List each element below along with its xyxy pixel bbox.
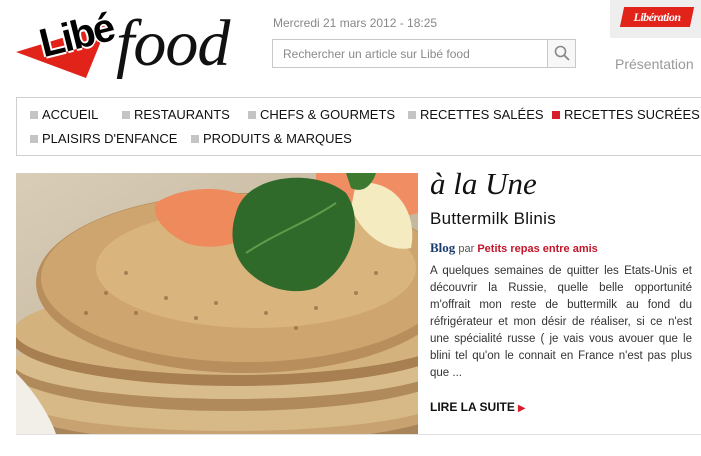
by-text: par	[458, 243, 475, 255]
nav-item-label: Chefs & Gourmets	[260, 107, 396, 122]
nav-bullet-icon	[30, 111, 38, 119]
article-meta: Blog par Petits repas entre amis	[430, 240, 598, 256]
blog-label: Blog	[430, 240, 456, 255]
logo-food-text: food	[116, 7, 230, 80]
nav-item-plaisirs-enfance[interactable]: Plaisirs d'enfance	[30, 131, 177, 146]
featured-image[interactable]	[16, 173, 418, 434]
current-date: Mercredi 21 mars 2012 - 18:25	[273, 16, 438, 30]
search-icon	[554, 45, 570, 61]
featured-section-title: à la Une	[430, 166, 537, 201]
nav-item-label: Accueil	[42, 107, 99, 122]
nav-item-label: Restaurants	[134, 107, 230, 122]
search-input[interactable]	[273, 40, 548, 67]
nav-item-label: Plaisirs d'enfance	[42, 131, 178, 146]
article-title[interactable]: Buttermilk Blinis	[430, 209, 556, 229]
nav-bullet-icon	[122, 111, 130, 119]
nav-item-recettes-salees[interactable]: Recettes salées	[408, 107, 544, 122]
blinis-photo	[16, 173, 418, 434]
nav-bullet-icon	[30, 135, 38, 143]
nav-item-label: Recettes sucrées	[564, 107, 700, 122]
nav-item-restaurants[interactable]: Restaurants	[122, 107, 230, 122]
liberation-logo[interactable]: Libération	[610, 0, 701, 38]
presentation-link[interactable]: Présentation	[615, 56, 694, 72]
nav-bullet-icon	[552, 111, 560, 119]
nav-bullet-icon	[408, 111, 416, 119]
read-more-link[interactable]: Lire la suite ▶	[430, 400, 526, 414]
liberation-logo-text: Libération	[633, 10, 681, 24]
libe-food-logo[interactable]: Libé food	[16, 5, 261, 85]
category-link[interactable]: Petits repas entre amis	[477, 243, 597, 255]
article-excerpt: A quelques semaines de quitter les Etats…	[430, 265, 692, 379]
read-more-label: Lire la suite	[430, 400, 515, 414]
nav-item-label: Recettes salées	[420, 107, 544, 122]
nav-bullet-icon	[248, 111, 256, 119]
nav-item-recettes-sucrees[interactable]: Recettes sucrées	[552, 107, 700, 122]
nav-item-accueil[interactable]: Accueil	[30, 107, 98, 122]
divider	[16, 434, 701, 435]
arrow-right-icon: ▶	[517, 403, 526, 414]
nav-bullet-icon	[191, 135, 199, 143]
nav-item-label: Produits & marques	[203, 131, 352, 146]
search-box	[272, 39, 576, 68]
main-nav: Accueil Restaurants Chefs & Gourmets Rec…	[16, 97, 701, 156]
nav-item-produits-marques[interactable]: Produits & marques	[191, 131, 352, 146]
liberation-badge: Libération	[619, 7, 695, 27]
search-button[interactable]	[547, 40, 575, 67]
nav-item-chefs-gourmets[interactable]: Chefs & Gourmets	[248, 107, 395, 122]
